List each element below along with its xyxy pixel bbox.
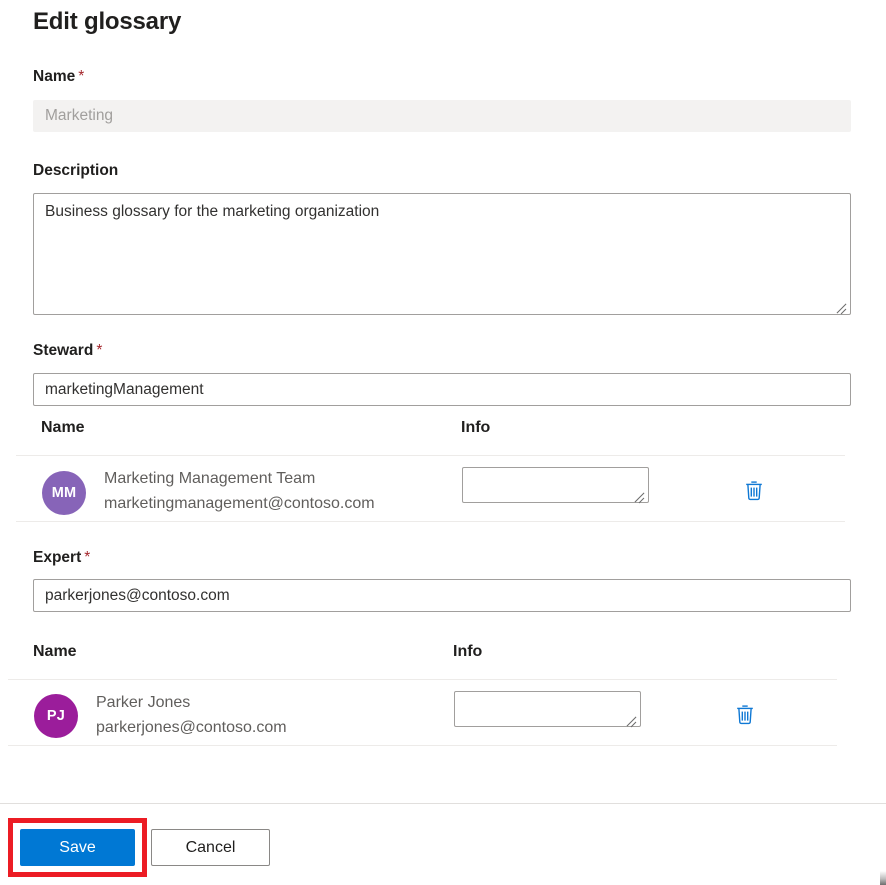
description-textarea[interactable] xyxy=(33,193,851,315)
avatar-initials: PJ xyxy=(47,708,65,724)
expert-field-label: Expert* xyxy=(33,549,90,567)
expert-table-col-name: Name xyxy=(33,643,77,661)
steward-row-rule xyxy=(16,521,845,522)
steward-input[interactable] xyxy=(33,373,851,406)
edit-glossary-panel: Edit glossary Name* Description Steward*… xyxy=(0,0,886,885)
avatar: MM xyxy=(42,471,86,515)
name-required-asterisk: * xyxy=(78,68,84,85)
avatar: PJ xyxy=(34,694,78,738)
trash-icon xyxy=(732,701,758,729)
steward-field-label: Steward* xyxy=(33,342,102,360)
window-resize-corner[interactable] xyxy=(880,871,886,885)
steward-table-header-rule xyxy=(16,455,845,456)
page-title: Edit glossary xyxy=(33,8,181,36)
expert-delete-button[interactable] xyxy=(732,701,758,729)
expert-person-email: parkerjones@contoso.com xyxy=(96,719,287,737)
expert-label-text: Expert xyxy=(33,549,81,566)
expert-row-rule xyxy=(8,745,837,746)
expert-person-name: Parker Jones xyxy=(96,694,190,712)
expert-info-textarea[interactable] xyxy=(454,691,641,727)
steward-table-col-info: Info xyxy=(461,419,490,437)
steward-table-col-name: Name xyxy=(41,419,85,437)
description-label-text: Description xyxy=(33,162,118,179)
expert-required-asterisk: * xyxy=(84,549,90,566)
save-button[interactable]: Save xyxy=(20,829,135,866)
steward-info-textarea[interactable] xyxy=(462,467,649,503)
expert-input[interactable] xyxy=(33,579,851,612)
steward-person-name: Marketing Management Team xyxy=(104,470,315,488)
steward-label-text: Steward xyxy=(33,342,93,359)
footer-divider xyxy=(0,803,886,804)
name-field-label: Name* xyxy=(33,68,84,86)
expert-table-header-rule xyxy=(8,679,837,680)
avatar-initials: MM xyxy=(52,485,77,501)
description-field-label: Description xyxy=(33,162,118,180)
expert-table-col-info: Info xyxy=(453,643,482,661)
trash-icon xyxy=(741,477,767,505)
name-input[interactable] xyxy=(33,100,851,132)
steward-required-asterisk: * xyxy=(96,342,102,359)
steward-person-email: marketingmanagement@contoso.com xyxy=(104,495,375,513)
name-label-text: Name xyxy=(33,68,75,85)
cancel-button[interactable]: Cancel xyxy=(151,829,270,866)
steward-delete-button[interactable] xyxy=(741,477,767,505)
